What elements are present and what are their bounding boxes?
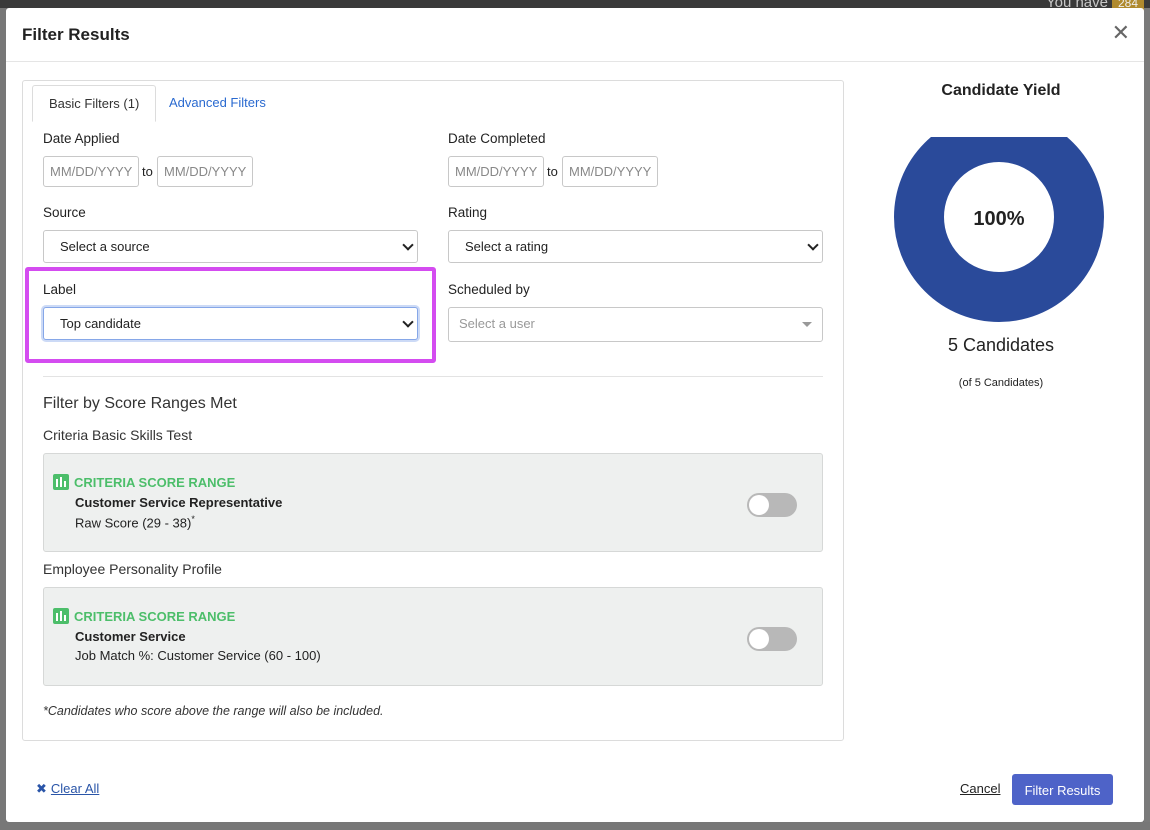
criteria-heading: CRITERIA SCORE RANGE — [74, 475, 236, 490]
tab-advanced-filters[interactable]: Advanced Filters — [153, 85, 282, 121]
bar-chart-icon — [53, 608, 69, 624]
modal-header: Filter Results ✕ — [6, 8, 1144, 62]
test-name-personality-profile: Employee Personality Profile — [43, 561, 222, 577]
rating-select-value: Select a rating — [465, 239, 549, 254]
criteria-range: Job Match %: Customer Service (60 - 100) — [75, 648, 321, 663]
candidate-yield-title: Candidate Yield — [941, 82, 1061, 99]
cancel-link[interactable]: Cancel — [960, 781, 1000, 796]
tab-basic-filters[interactable]: Basic Filters (1) — [32, 85, 157, 122]
background-topbar — [0, 0, 1150, 8]
source-label: Source — [43, 205, 86, 220]
background-right — [1144, 8, 1150, 830]
caret-down-icon — [802, 322, 812, 327]
close-icon[interactable]: ✕ — [1112, 22, 1130, 44]
rating-select[interactable]: Select a rating — [448, 230, 823, 263]
date-completed-label: Date Completed — [448, 131, 546, 146]
criteria-name: Customer Service Representative — [75, 495, 283, 510]
criteria-range: Raw Score (29 - 38)* — [75, 514, 195, 531]
filter-panel: Basic Filters (1) Advanced Filters Date … — [22, 80, 844, 741]
criteria-heading: CRITERIA SCORE RANGE — [74, 609, 236, 624]
label-select[interactable]: Top candidate — [43, 307, 418, 340]
chevron-down-icon — [402, 239, 414, 251]
source-select-value: Select a source — [60, 239, 150, 254]
modal-title: Filter Results — [22, 25, 130, 44]
close-icon: ✖ — [36, 781, 47, 796]
rating-label: Rating — [448, 205, 488, 220]
criteria-toggle-personality-profile[interactable] — [747, 627, 797, 651]
filter-tabs: Basic Filters (1) Advanced Filters — [32, 85, 832, 122]
chevron-down-icon — [402, 316, 414, 328]
score-ranges-title: Filter by Score Ranges Met — [43, 395, 237, 412]
date-applied-to-text: to — [142, 164, 153, 179]
chevron-down-icon — [807, 239, 819, 251]
candidate-count: 5 Candidates — [947, 335, 1055, 355]
date-applied-to-input[interactable] — [157, 156, 253, 187]
donut-percent-label: 100% — [973, 208, 1024, 230]
candidate-total: (of 5 Candidates) — [958, 377, 1044, 389]
label-field-label: Label — [43, 282, 77, 297]
scheduled-by-label: Scheduled by — [448, 282, 530, 297]
criteria-name: Customer Service — [75, 629, 186, 644]
criteria-card-basic-skills: CRITERIA SCORE RANGE Customer Service Re… — [43, 453, 823, 552]
section-divider — [43, 376, 823, 377]
footnote: *Candidates who score above the range wi… — [43, 704, 384, 718]
scheduled-by-select[interactable]: Select a user — [448, 307, 823, 342]
candidate-yield-donut: 100% — [894, 137, 1104, 322]
filter-results-button[interactable]: Filter Results — [1012, 774, 1113, 805]
test-name-basic-skills: Criteria Basic Skills Test — [43, 427, 193, 443]
criteria-card-personality-profile: CRITERIA SCORE RANGE Customer Service Jo… — [43, 587, 823, 686]
label-select-value: Top candidate — [60, 316, 141, 331]
date-applied-label: Date Applied — [43, 131, 120, 146]
bar-chart-icon — [53, 474, 69, 490]
filter-results-modal: Filter Results ✕ Basic Filters (1) Advan… — [6, 8, 1144, 822]
date-completed-to-input[interactable] — [562, 156, 658, 187]
scheduled-by-placeholder: Select a user — [459, 316, 535, 331]
date-applied-from-input[interactable] — [43, 156, 139, 187]
background-bottom — [0, 822, 1150, 830]
criteria-toggle-basic-skills[interactable] — [747, 493, 797, 517]
date-completed-to-text: to — [547, 164, 558, 179]
source-select[interactable]: Select a source — [43, 230, 418, 263]
date-completed-from-input[interactable] — [448, 156, 544, 187]
clear-all-link[interactable]: ✖ Clear All — [36, 781, 99, 797]
